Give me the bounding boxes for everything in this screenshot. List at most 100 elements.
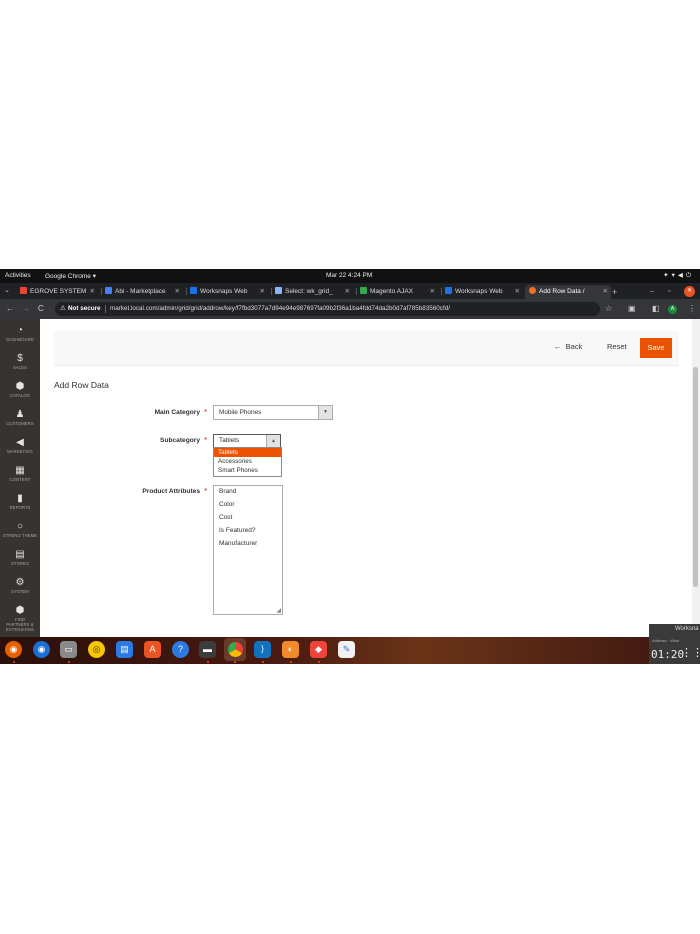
chrome-icon[interactable] [224,638,246,661]
close-icon[interactable]: ✕ [603,285,608,299]
scrollbar-thumb[interactable] [693,367,698,587]
security-label[interactable]: Not secure [68,302,101,316]
help-icon[interactable]: ? [172,641,189,658]
sidebar-item-catalog[interactable]: ⬢ CATALOG [0,381,40,398]
worksnaps-widget[interactable]: Worksna Address · Wkst 01:20 ⋮⋮⋮ [649,624,700,664]
tab-add-row-data[interactable]: Add Row Data / ✕ [525,285,611,299]
cube-icon: ⬢ [15,381,25,392]
sidebar-item-content[interactable]: ▦ CONTENT [0,465,40,482]
back-button[interactable]: ← Back [554,342,582,351]
attribute-option-brand[interactable]: Brand [219,488,236,495]
activities-button[interactable]: Activities [5,272,31,279]
extensions-icon[interactable]: ▣ [628,302,636,316]
sidebar-item-label: MARKETING [7,449,33,454]
text-editor-icon[interactable]: ✎ [338,641,355,658]
url-text[interactable]: market.local.com/admin/grid/grid/addrow/… [110,302,450,316]
app-menu[interactable]: Google Chrome ▾ [45,272,96,280]
tab-marketplace[interactable]: Abi - Marketplace ✕ [105,285,183,299]
clock[interactable]: Mar 22 4:24 PM [326,272,372,279]
tab-divider [271,288,272,295]
profile-avatar[interactable]: A [668,305,677,314]
sidebar-item-label: FIND PARTNERS & EXTENSIONS [6,617,34,632]
sidebar-item-streno-theme[interactable]: ○ STRENO THEME [0,521,40,538]
circle-icon: ○ [16,521,24,532]
subcategory-label: Subcategory [160,437,200,444]
bookmark-star-icon[interactable]: ☆ [605,302,612,316]
close-icon[interactable]: ✕ [345,285,350,299]
tab-magento-ajax[interactable]: Magento AJAX ✕ [360,285,438,299]
photo-icon[interactable]: ◐ [282,641,299,658]
subcategory-option-smart-phones[interactable]: Smart Phones [214,466,281,475]
divider [105,305,106,313]
sidebar-item-customers[interactable]: ♟ CUSTOMERS [0,409,40,426]
menu-kebab-icon[interactable]: ⋮ [688,302,696,316]
system-tray[interactable]: ✦▾◀⏻ [663,271,694,280]
gear-icon: ⚙ [15,577,25,588]
terminal-icon[interactable]: ▬ [199,641,216,658]
tab-worksnaps-2[interactable]: Worksnaps Web ✕ [445,285,523,299]
attribute-option-color[interactable]: Color [219,501,235,508]
close-icon[interactable]: ✕ [175,285,180,299]
attribute-option-is-featured[interactable]: Is Featured? [219,527,256,534]
bar-chart-icon: ▮ [17,493,23,504]
reset-button[interactable]: Reset [607,342,627,351]
forward-arrow-icon[interactable]: → [22,302,30,316]
app-grid-icon[interactable]: ⋮⋮⋮ [681,646,700,659]
tab-divider [101,288,102,295]
close-icon[interactable]: ✕ [515,285,520,299]
tab-divider [356,288,357,295]
running-indicator [68,661,70,663]
layout-icon: ▦ [15,465,25,476]
sidebar-item-marketing[interactable]: ◀ MARKETING [0,437,40,454]
main-category-select[interactable]: Mobile Phones ▼ [213,405,333,420]
chevron-down-icon: ▼ [318,406,332,419]
new-tab-button[interactable]: + [612,285,617,299]
minimize-button[interactable]: – [650,285,654,299]
sidebar-item-stores[interactable]: ▤ STORES [0,549,40,566]
page-scrollbar[interactable] [692,319,700,637]
resize-handle-icon[interactable]: ◢ [276,607,281,614]
product-attributes-multiselect[interactable]: Brand Color Cost Is Featured? Manufactur… [213,485,283,615]
close-icon[interactable]: ✕ [90,285,95,299]
sidebar-item-sales[interactable]: $ SALES [0,353,40,370]
close-window-button[interactable]: ✕ [684,286,695,297]
attribute-option-cost[interactable]: Cost [219,514,232,521]
sidebar-item-reports[interactable]: ▮ REPORTS [0,493,40,510]
writer-icon[interactable]: ▤ [116,641,133,658]
reload-icon[interactable]: C [38,302,44,316]
files-icon[interactable]: ▭ [60,641,77,658]
close-icon[interactable]: ✕ [430,285,435,299]
worksnaps-icon [190,287,197,294]
attribute-option-manufacturer[interactable]: Manufacturer [219,540,257,547]
vscode-icon[interactable]: ⟩ [254,641,271,658]
sidebar-item-system[interactable]: ⚙ SYSTEM [0,577,40,594]
tab-divider [186,288,187,295]
back-arrow-icon[interactable]: ← [6,302,14,316]
sidebar-item-dashboard[interactable]: ◔ DASHBOARD [0,325,40,342]
thunderbird-icon[interactable]: ◉ [33,641,50,658]
anydesk-icon[interactable]: ◆ [310,641,327,658]
page-icon [360,287,367,294]
gmail-icon [20,287,27,294]
tab-egrove[interactable]: EGROVE SYSTEM ✕ [20,285,98,299]
sidebar-item-find-partners[interactable]: ⬢ FIND PARTNERS & EXTENSIONS [0,605,40,632]
required-mark: * [204,436,208,445]
sidepanel-icon[interactable]: ◧ [652,302,660,316]
save-button[interactable]: Save [640,338,672,358]
software-icon[interactable]: A [144,641,161,658]
subcategory-option-tablets[interactable]: Tablets [214,448,281,457]
tab-search-icon[interactable]: ⌄ [4,284,10,298]
sidebar-item-label: CATALOG [9,393,31,398]
subcategory-select[interactable]: Tablets ▲ [213,434,281,448]
admin-sidebar: ◔ DASHBOARD $ SALES ⬢ CATALOG ♟ CUSTOMER… [0,319,40,637]
rhythmbox-icon[interactable]: ◎ [88,641,105,658]
tab-worksnaps-1[interactable]: Worksnaps Web ✕ [190,285,268,299]
subcategory-option-accessories[interactable]: Accessories [214,457,281,466]
back-label: Back [565,342,583,351]
tab-select-grid[interactable]: Select: wk_grid_ ✕ [275,285,353,299]
maximize-button[interactable]: ▫ [668,285,670,299]
browser-toolbar: ← → C ⚠ Not secure market.local.com/admi… [0,299,700,319]
close-icon[interactable]: ✕ [260,285,265,299]
firefox-icon[interactable]: ◉ [5,641,22,658]
address-bar[interactable]: ⚠ Not secure market.local.com/admin/grid… [55,302,600,316]
